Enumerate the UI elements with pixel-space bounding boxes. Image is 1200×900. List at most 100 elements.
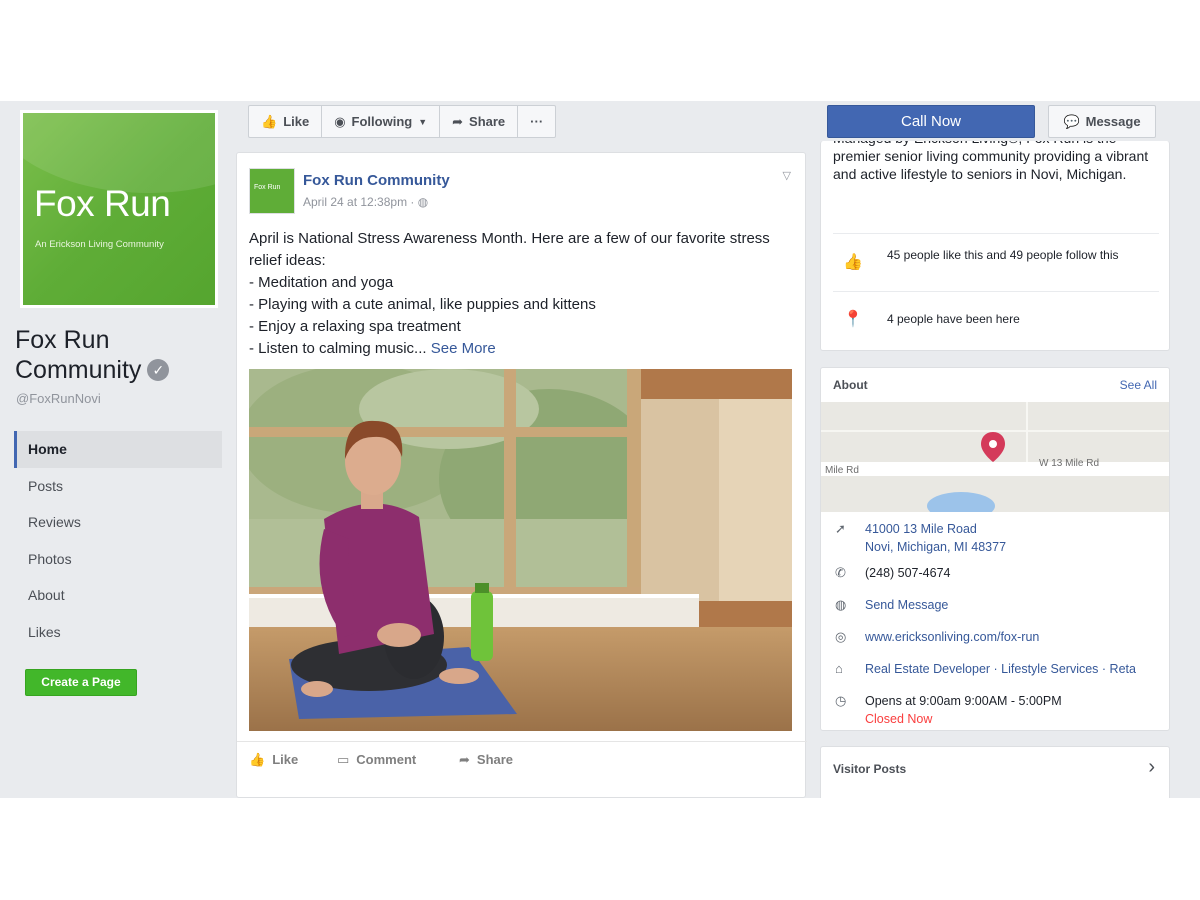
see-more-link[interactable]: See More xyxy=(431,340,496,357)
avatar-logo-text: Fox Run xyxy=(254,184,281,191)
globe-icon: ◎ xyxy=(835,629,847,644)
send-message-row[interactable]: ◍ Send Message xyxy=(821,596,1169,616)
about-card: About See All Mile Rd W 13 Mile Rd ➚ 410… xyxy=(820,367,1170,731)
nav-item-home[interactable]: Home xyxy=(14,431,222,468)
messenger-icon: 💬 xyxy=(1063,113,1080,129)
thumbs-up-icon: 👍 xyxy=(261,113,278,129)
facebook-page-screen: Fox Run An Erickson Living Community Fox… xyxy=(0,101,1200,798)
post-like-label: Like xyxy=(272,752,299,767)
post-photo[interactable] xyxy=(249,369,792,731)
post-like-button[interactable]: 👍 Like xyxy=(249,752,298,768)
messenger-icon: ◍ xyxy=(835,597,847,612)
categories-text: Real Estate Developer · Lifestyle Servic… xyxy=(865,662,1136,676)
nav-item-posts[interactable]: Posts xyxy=(14,468,222,505)
post-line: April is National Stress Awareness Month… xyxy=(249,230,770,269)
post-body: April is National Stress Awareness Month… xyxy=(249,228,779,360)
logo-subtitle: An Erickson Living Community xyxy=(35,239,164,250)
post-author-name[interactable]: Fox Run Community xyxy=(303,172,450,189)
call-now-button[interactable]: Call Now xyxy=(827,105,1035,138)
post-author-avatar[interactable]: Fox Run xyxy=(249,168,295,214)
checkins-text: 4 people have been here xyxy=(887,312,1020,326)
post-comment-button[interactable]: ▭ Comment xyxy=(337,752,416,768)
logo-background: Fox Run An Erickson Living Community xyxy=(23,113,215,305)
checkins-row: 📍 4 people have been here xyxy=(833,291,1159,346)
post-share-label: Share xyxy=(476,752,514,767)
right-column: Call Now 💬 Message Managed by Erickson L… xyxy=(820,101,1170,798)
page-action-bar: 👍 Like ◉ Following ▼ ➦ Share ··· xyxy=(248,105,557,138)
phone-icon: ✆ xyxy=(835,565,846,580)
verified-check-icon: ✓ xyxy=(147,359,170,381)
rss-feed-icon: ◉ xyxy=(334,113,346,129)
chevron-down-icon[interactable]: ▽ xyxy=(783,169,791,182)
post-line: - Playing with a cute animal, like puppi… xyxy=(249,296,596,313)
website-row[interactable]: ◎ www.ericksonliving.com/fox-run xyxy=(821,628,1169,648)
visitor-posts-card[interactable]: Visitor Posts › xyxy=(820,746,1170,798)
like-page-button[interactable]: 👍 Like xyxy=(248,105,323,138)
page-username[interactable]: @FoxRunNovi xyxy=(16,391,101,406)
location-pin-icon: 📍 xyxy=(843,311,863,328)
yoga-photo-illustration xyxy=(249,369,792,731)
globe-icon: ◍ xyxy=(417,195,429,209)
post-share-button[interactable]: ➦ Share xyxy=(459,752,513,768)
more-dots-icon: ··· xyxy=(530,114,544,129)
page-description: Managed by Erickson Living®, Fox Run is … xyxy=(833,141,1149,182)
see-all-link[interactable]: See All xyxy=(1120,378,1157,392)
post-timestamp[interactable]: April 24 at 12:38pm xyxy=(303,195,407,209)
map-road-label: Mile Rd xyxy=(825,465,859,476)
nav-item-about[interactable]: About xyxy=(14,577,222,614)
address-line1: 41000 13 Mile Road xyxy=(865,522,977,536)
location-map[interactable]: Mile Rd W 13 Mile Rd xyxy=(821,402,1169,512)
map-illustration: Mile Rd W 13 Mile Rd xyxy=(821,402,1169,512)
message-label: Message xyxy=(1085,114,1141,129)
post-line: - Enjoy a relaxing spa treatment xyxy=(249,318,461,335)
clock-icon: ◷ xyxy=(835,693,847,708)
directions-arrow-icon: ➚ xyxy=(835,521,846,536)
phone-row[interactable]: ✆ (248) 507-4674 xyxy=(821,564,1169,584)
create-page-button[interactable]: Create a Page xyxy=(25,669,137,696)
closed-now-status: Closed Now xyxy=(865,712,933,726)
nav-item-likes[interactable]: Likes xyxy=(14,614,222,651)
post-actions-bar: 👍 Like ▭ Comment ➦ Share xyxy=(237,741,807,781)
address-line2: Novi, Michigan, MI 48377 xyxy=(865,540,1007,554)
left-column: Fox Run An Erickson Living Community Fox… xyxy=(0,101,236,798)
thumbs-up-icon: 👍 xyxy=(249,752,266,767)
separator-dot: · xyxy=(410,195,418,209)
post-line: - Listen to calming music... xyxy=(249,340,427,357)
share-page-label: Share xyxy=(469,114,506,129)
page-nav: Home Posts Reviews Photos About Likes xyxy=(14,431,222,650)
about-header: About xyxy=(833,378,868,392)
share-arrow-icon: ➦ xyxy=(459,752,470,767)
page-title-text: Fox Run Community xyxy=(15,326,142,384)
likes-follows-row: 👍 45 people like this and 49 people foll… xyxy=(833,233,1159,291)
share-arrow-icon: ➦ xyxy=(452,113,464,129)
hours-row[interactable]: ◷ Opens at 9:00am 9:00AM - 5:00PM Closed… xyxy=(821,692,1169,730)
likes-follows-text: 45 people like this and 49 people follow… xyxy=(887,248,1119,262)
more-options-button[interactable]: ··· xyxy=(517,105,557,138)
post-comment-label: Comment xyxy=(356,752,417,767)
address-row[interactable]: ➚ 41000 13 Mile Road Novi, Michigan, MI … xyxy=(821,520,1169,558)
website-link: www.ericksonliving.com/fox-run xyxy=(865,630,1040,644)
categories-row[interactable]: ⌂ Real Estate Developer · Lifestyle Serv… xyxy=(821,660,1169,680)
post-meta: April 24 at 12:38pm · ◍ xyxy=(303,195,428,209)
send-message-link: Send Message xyxy=(865,598,949,612)
map-road-label: W 13 Mile Rd xyxy=(1039,458,1099,469)
page-profile-logo[interactable]: Fox Run An Erickson Living Community xyxy=(20,110,218,308)
phone-number: (248) 507-4674 xyxy=(865,566,951,580)
tag-icon: ⌂ xyxy=(835,661,843,676)
visitor-posts-title: Visitor Posts xyxy=(833,762,907,776)
page-title[interactable]: Fox Run Community ✓ xyxy=(15,325,225,385)
following-label: Following xyxy=(351,114,413,129)
share-page-button[interactable]: ➦ Share xyxy=(439,105,519,138)
following-button[interactable]: ◉ Following ▼ xyxy=(321,105,441,138)
comment-icon: ▭ xyxy=(337,752,350,767)
message-button[interactable]: 💬 Message xyxy=(1048,105,1156,138)
logo-title: Fox Run xyxy=(34,183,171,224)
chevron-right-icon[interactable]: › xyxy=(1148,756,1155,779)
center-column: 👍 Like ◉ Following ▼ ➦ Share ··· Fox Run… xyxy=(236,101,808,798)
thumbs-up-icon: 👍 xyxy=(843,254,863,271)
post-line: - Meditation and yoga xyxy=(249,274,394,291)
nav-item-photos[interactable]: Photos xyxy=(14,541,222,578)
nav-item-reviews[interactable]: Reviews xyxy=(14,504,222,541)
page-summary-card: Managed by Erickson Living®, Fox Run is … xyxy=(820,141,1170,351)
post-line-last: - Listen to calming music... See More xyxy=(249,338,779,360)
